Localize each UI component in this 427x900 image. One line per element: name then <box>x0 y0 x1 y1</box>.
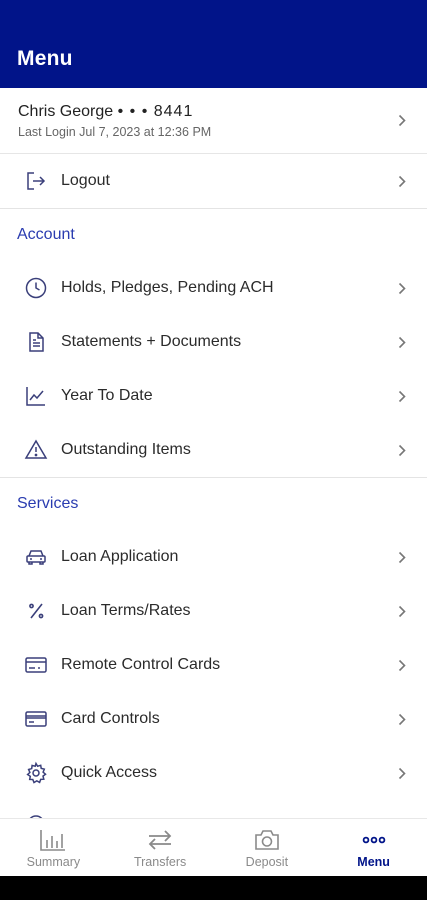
chevron-right-icon <box>395 658 409 672</box>
user-name: Chris George <box>18 102 114 120</box>
section-header-account: Account <box>17 226 75 243</box>
menu-item-statements[interactable]: Statements + Documents <box>0 315 427 369</box>
menu-item-label: Quick Access <box>61 764 158 781</box>
credit-card-icon <box>22 651 50 679</box>
menu-item-label: Remote Control Cards <box>61 656 221 673</box>
menu-item-loan-application[interactable]: Loan Application <box>0 530 427 584</box>
nav-label: Transfers <box>133 854 187 869</box>
chevron-right-icon <box>395 281 409 295</box>
user-name-line: Chris George • • • 8441 <box>18 101 395 123</box>
nav-label: Summary <box>26 854 81 869</box>
nav-summary[interactable]: Summary <box>0 819 107 876</box>
nav-label: Deposit <box>245 854 289 869</box>
car-icon <box>22 543 50 571</box>
logout-label: Logout <box>61 172 110 189</box>
chevron-right-icon <box>395 604 409 618</box>
document-icon <box>22 328 50 356</box>
menu-item-label: Statements + Documents <box>61 333 242 350</box>
last-login-text: Last Login Jul 7, 2023 at 12:36 PM <box>18 124 212 139</box>
menu-item-label: Year To Date <box>61 387 153 404</box>
menu-item-remote-control-cards[interactable]: Remote Control Cards <box>0 638 427 692</box>
app-bar: Menu <box>0 30 427 88</box>
logout-row[interactable]: Logout <box>0 154 427 208</box>
chevron-right-icon <box>395 766 409 780</box>
card-controls-icon <box>22 705 50 733</box>
chevron-right-icon <box>395 114 409 128</box>
menu-item-label: Outstanding Items <box>61 441 191 458</box>
chevron-right-icon <box>395 335 409 349</box>
nav-menu[interactable]: Menu <box>320 819 427 876</box>
status-bar <box>0 0 427 30</box>
user-profile-row[interactable]: Chris George • • • 8441 Last Login Jul 7… <box>0 88 427 154</box>
warning-icon <box>22 436 50 464</box>
bar-chart-icon <box>39 827 67 853</box>
more-dots-icon <box>360 827 388 853</box>
chevron-right-icon <box>395 712 409 726</box>
menu-item-label: Loan Terms/Rates <box>61 602 191 619</box>
menu-item-quick-access[interactable]: Quick Access <box>0 746 427 800</box>
nav-deposit[interactable]: Deposit <box>214 819 321 876</box>
chevron-right-icon <box>395 174 409 188</box>
bottom-navigation: Summary Transfers Deposit Menu <box>0 818 427 876</box>
menu-item-year-to-date[interactable]: Year To Date <box>0 369 427 423</box>
masked-account-number: • • • 8441 <box>117 102 194 120</box>
clock-icon <box>22 274 50 302</box>
camera-icon <box>253 827 281 853</box>
menu-item-label: Holds, Pledges, Pending ACH <box>61 279 274 296</box>
percent-icon <box>22 597 50 625</box>
menu-item-outstanding-items[interactable]: Outstanding Items <box>0 423 427 477</box>
chevron-right-icon <box>395 443 409 457</box>
menu-item-card-controls[interactable]: Card Controls <box>0 692 427 746</box>
nav-transfers[interactable]: Transfers <box>107 819 214 876</box>
menu-item-label: Loan Application <box>61 548 179 565</box>
gear-icon <box>22 759 50 787</box>
section-header-services: Services <box>17 495 79 512</box>
menu-item-loan-terms[interactable]: Loan Terms/Rates <box>0 584 427 638</box>
transfer-arrows-icon <box>146 827 174 853</box>
line-chart-icon <box>22 382 50 410</box>
chevron-right-icon <box>395 389 409 403</box>
logout-icon <box>22 167 50 195</box>
page-title: Menu <box>17 47 73 70</box>
menu-item-partial <box>0 800 427 820</box>
app-screen: Menu Chris George • • • 8441 Last Login … <box>0 0 427 876</box>
menu-item-label: Card Controls <box>61 710 160 727</box>
menu-item-holds-pledges[interactable]: Holds, Pledges, Pending ACH <box>0 261 427 315</box>
user-info: Chris George • • • 8441 Last Login Jul 7… <box>18 101 395 141</box>
chevron-right-icon <box>395 550 409 564</box>
nav-label: Menu <box>357 854 390 869</box>
